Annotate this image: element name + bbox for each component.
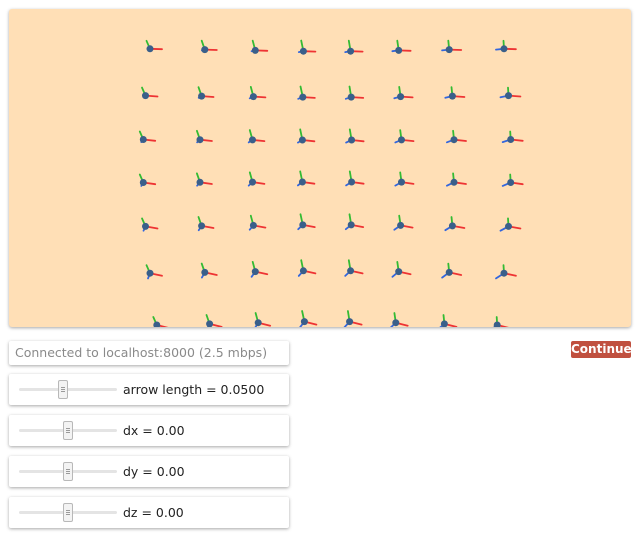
coordinate-frame [296,170,316,187]
coordinate-frame [344,259,364,277]
coordinate-frame [247,171,266,187]
arrow-length-slider-handle[interactable] [58,380,69,399]
coordinate-frame [445,129,467,144]
coordinate-frame [200,39,218,54]
coordinate-frame [499,217,522,232]
coordinate-frame [394,129,415,144]
coordinate-frame [345,128,365,144]
coordinate-frame [250,39,269,54]
coordinate-frame [296,128,316,144]
dz-slider-handle[interactable] [63,503,73,522]
3d-viewport-canvas[interactable] [9,9,631,327]
dx-slider-panel: dx = 0.00 [9,415,289,446]
coordinate-frame [248,86,267,101]
coordinate-frame [152,316,169,327]
coordinate-frame [248,214,267,231]
coordinate-frame [391,260,412,278]
coordinate-frame [444,86,466,100]
coordinate-frame [393,86,414,101]
coordinate-frame [195,172,213,187]
coordinate-frame [501,130,524,144]
dy-slider-handle[interactable] [63,462,73,481]
coordinate-frame [439,314,458,327]
coordinate-frame [197,216,215,232]
dy-label: dy = 0.00 [123,464,185,479]
connection-status: Connected to localhost:8000 (2.5 mbps) [9,341,289,365]
coordinate-frame [344,85,365,101]
coordinate-frame [344,213,365,231]
coordinate-frame [394,171,415,187]
coordinate-frame [389,312,409,327]
coordinate-frame [445,172,467,187]
coordinate-frame [141,217,159,232]
dx-slider-handle[interactable] [63,421,73,440]
coordinate-frame [297,39,317,55]
arrow-length-slider-panel: arrow length = 0.0500 [9,374,289,405]
dx-label: dx = 0.00 [123,423,185,438]
coordinate-frame [495,39,517,53]
coordinate-frame [343,310,363,327]
coordinate-frame [493,316,509,327]
coordinate-frame [393,214,414,231]
coordinate-frame [254,312,272,327]
coordinate-frame [345,170,365,187]
coordinate-frame [441,262,463,279]
dz-label: dz = 0.00 [123,505,184,520]
coordinate-frame [501,173,524,187]
coordinate-frame [297,259,317,277]
coordinate-frame [138,130,157,144]
coordinate-frame [299,310,318,327]
coordinate-frame [205,314,223,327]
coordinate-frame [138,173,157,187]
coordinate-frame [145,264,163,280]
continue-button[interactable]: Continue [571,341,632,358]
coordinate-frame [495,264,517,280]
coordinate-frame [141,86,159,100]
dz-slider-panel: dz = 0.00 [9,497,289,528]
coordinate-frame [250,260,269,278]
coordinate-frame [195,129,213,144]
coordinate-frame [145,39,163,53]
coordinate-frame [200,262,218,279]
coordinate-frame [499,86,522,100]
coordinate-frame [391,39,412,54]
frame-grid [138,39,524,327]
coordinate-frame [441,39,463,54]
arrow-length-label: arrow length = 0.0500 [123,382,265,397]
coordinate-frame [247,129,266,144]
dy-slider-panel: dy = 0.00 [9,456,289,487]
coordinate-frame [297,85,316,101]
coordinate-frame [297,213,316,231]
coordinate-frame [444,216,466,232]
coordinate-frame [344,39,364,55]
coordinate-frame [197,86,215,100]
